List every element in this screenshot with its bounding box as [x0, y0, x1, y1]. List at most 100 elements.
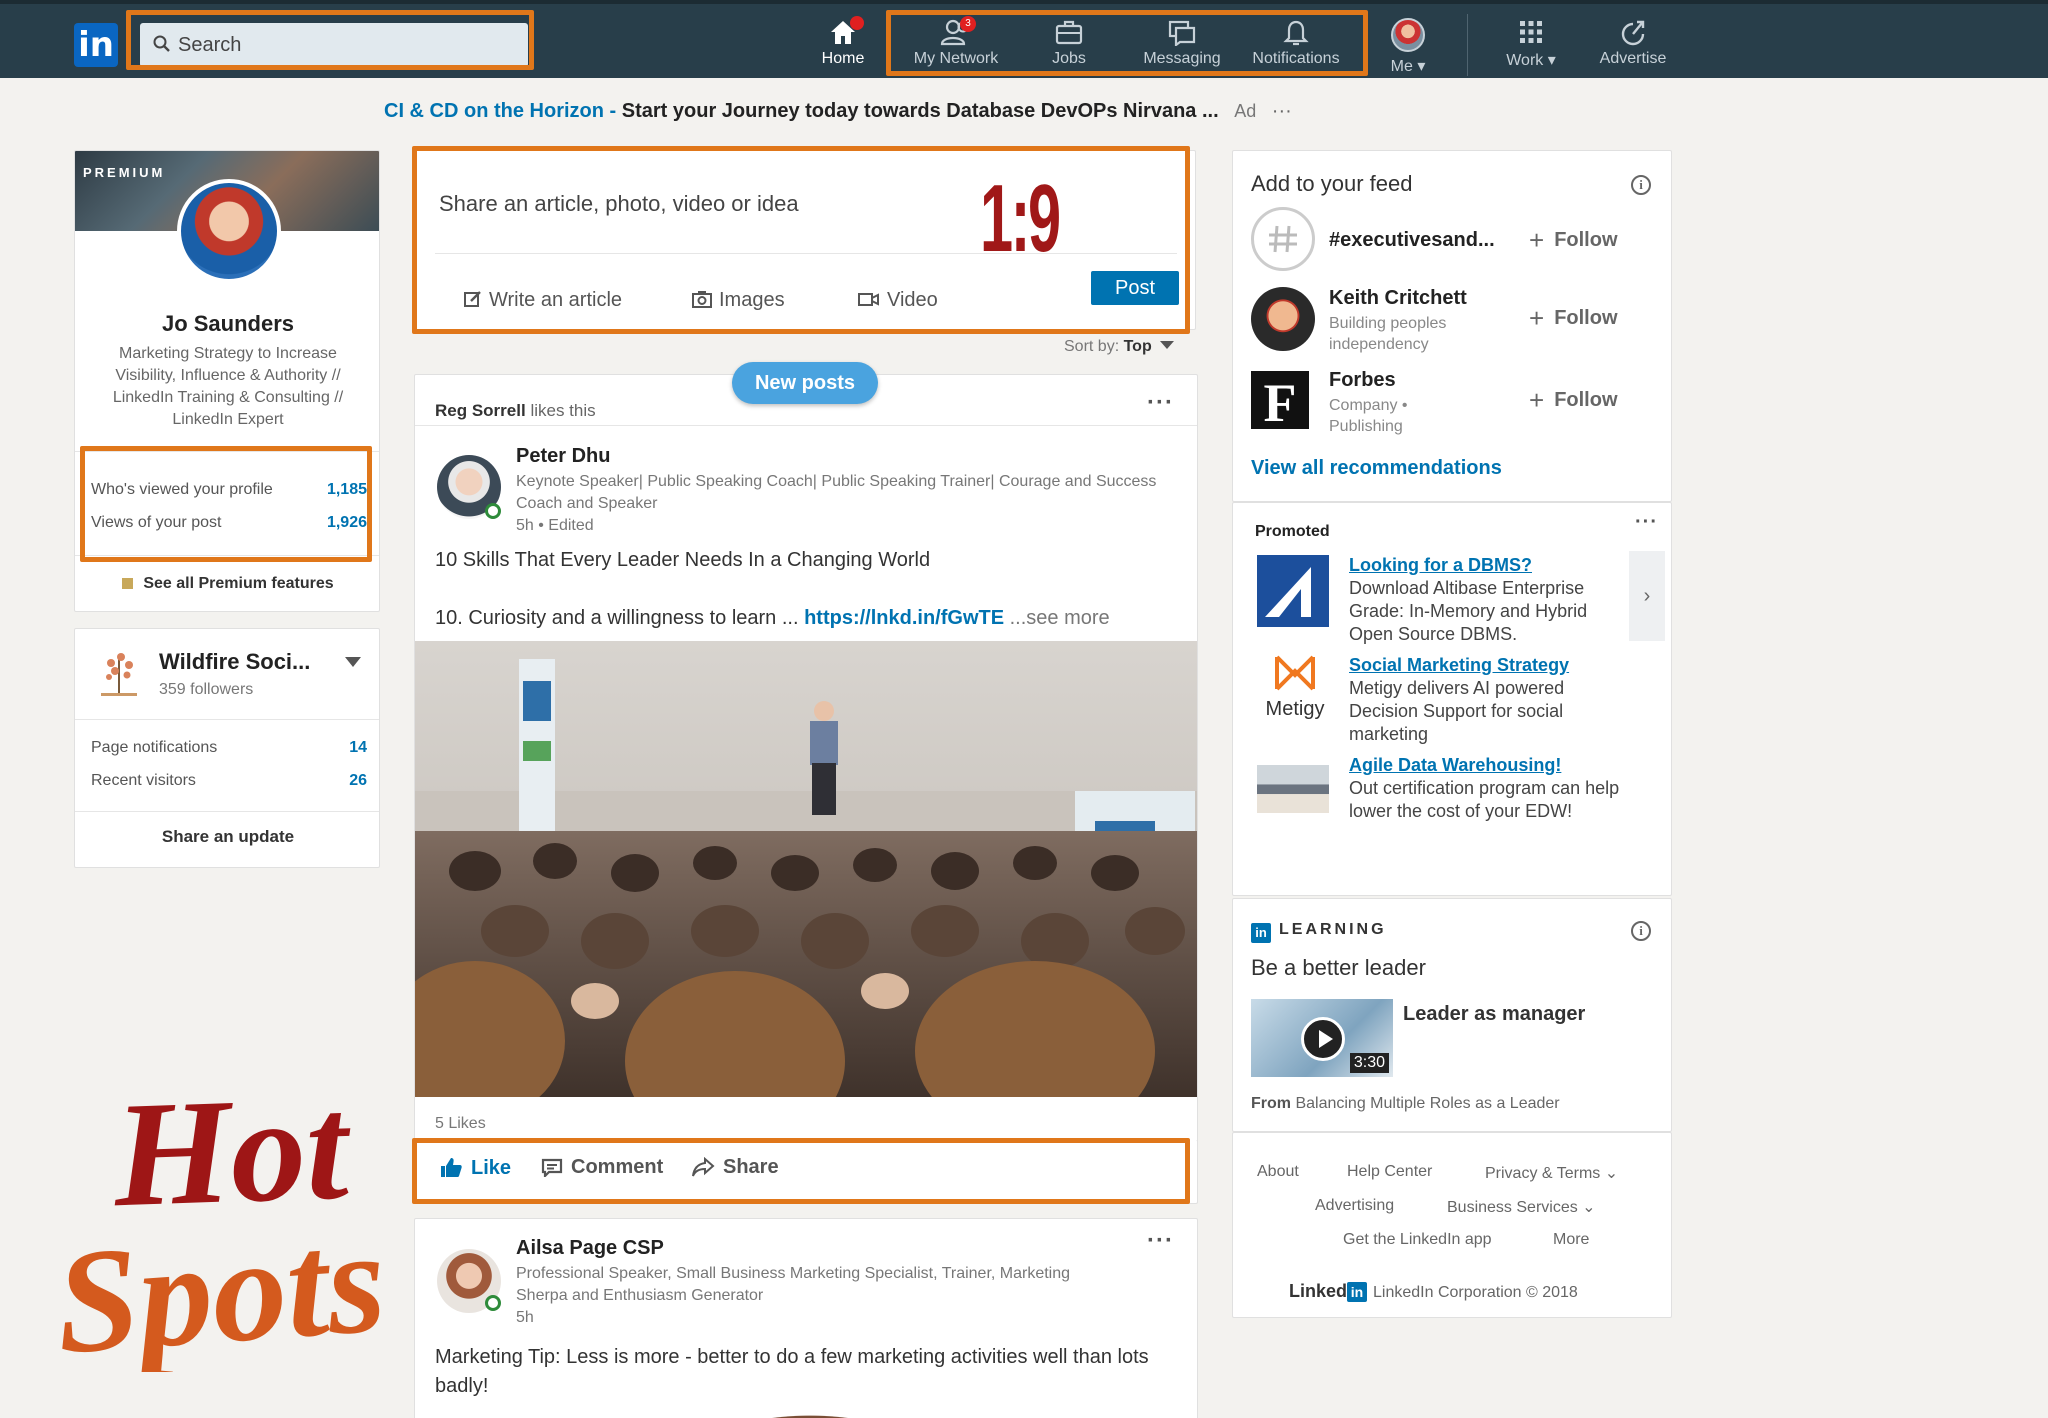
likes-count[interactable]: 5 Likes — [435, 1115, 486, 1133]
more-icon[interactable]: ··· — [1272, 100, 1292, 122]
course-title[interactable]: Leader as manager — [1403, 1003, 1585, 1026]
video-button[interactable]: Video — [857, 289, 938, 312]
play-icon[interactable] — [1301, 1017, 1345, 1061]
ratio-annotation: 1:9 — [980, 165, 1061, 272]
from-course[interactable]: Balancing Multiple Roles as a Leader — [1295, 1095, 1559, 1112]
stat-profile-views[interactable]: Who's viewed your profile 1,185 — [91, 481, 367, 499]
profile-name[interactable]: Jo Saunders — [75, 311, 379, 337]
learning-label: LEARNING — [1279, 921, 1387, 938]
promo-title[interactable]: Social Marketing Strategy — [1349, 655, 1569, 676]
author-name[interactable]: Peter Dhu — [516, 445, 610, 468]
stat-recent-visitors[interactable]: Recent visitors 26 — [91, 772, 367, 790]
footer-advertising[interactable]: Advertising — [1315, 1197, 1394, 1215]
images-button[interactable]: Images — [691, 289, 785, 312]
stat-label: Page notifications — [91, 739, 218, 756]
see-more-link[interactable]: ...see more — [1010, 607, 1110, 629]
nav-notifications[interactable]: Notifications — [1240, 18, 1352, 78]
post-button[interactable]: Post — [1091, 271, 1179, 305]
search-input[interactable] — [178, 23, 518, 67]
ad-banner[interactable]: CI & CD on the Horizon - Start your Jour… — [384, 100, 1384, 130]
more-icon[interactable]: ··· — [1147, 389, 1174, 417]
feed-post: Reg Sorrell likes this ··· Peter Dhu Key… — [414, 374, 1198, 1172]
premium-icon — [122, 578, 134, 590]
nav-advertise[interactable]: Advertise — [1588, 18, 1678, 78]
view-all-recommendations-link[interactable]: View all recommendations — [1251, 457, 1502, 480]
new-posts-button[interactable]: New posts — [732, 362, 878, 404]
divider — [75, 719, 379, 720]
post-image-preview[interactable] — [685, 1407, 935, 1418]
search-box[interactable] — [140, 23, 528, 67]
share-prompt[interactable]: Share an article, photo, video or idea — [439, 191, 799, 217]
chevron-down-icon[interactable] — [345, 657, 361, 667]
sort-control[interactable]: Sort by: Top — [1064, 338, 1174, 356]
wildfire-logo-icon — [101, 653, 137, 696]
rec-name[interactable]: #executivesand... — [1329, 229, 1495, 252]
premium-link-label: See all Premium features — [143, 575, 334, 592]
follow-button[interactable]: + Follow — [1529, 225, 1618, 256]
write-article-button[interactable]: Write an article — [463, 289, 622, 312]
promo-title[interactable]: Looking for a DBMS? — [1349, 555, 1532, 576]
forbes-logo-icon[interactable]: F — [1251, 371, 1309, 433]
online-status-icon — [485, 503, 501, 519]
stat-post-views[interactable]: Views of your post 1,926 — [91, 514, 367, 532]
rec-name[interactable]: Forbes — [1329, 369, 1396, 392]
promo-thumbnail[interactable] — [1257, 765, 1329, 813]
nav-my-network[interactable]: 3 My Network — [898, 16, 1014, 78]
share-button[interactable]: Share — [691, 1156, 779, 1179]
nav-work[interactable]: Work ▾ — [1496, 18, 1566, 78]
like-label: Like — [471, 1157, 512, 1179]
hashtag-icon[interactable] — [1251, 207, 1315, 271]
footer-get-app[interactable]: Get the LinkedIn app — [1343, 1231, 1492, 1249]
post-link[interactable]: https://lnkd.in/fGwTE — [804, 607, 1004, 629]
course-thumbnail[interactable]: 3:30 — [1251, 999, 1393, 1077]
follow-button[interactable]: + Follow — [1529, 303, 1618, 334]
comment-icon — [541, 1158, 563, 1179]
promo-title[interactable]: Agile Data Warehousing! — [1349, 755, 1561, 776]
plus-icon: + — [1529, 225, 1545, 255]
chevron-down-icon: ⌄ — [1604, 1165, 1619, 1182]
like-button[interactable]: Like — [439, 1156, 511, 1180]
footer-help[interactable]: Help Center — [1347, 1163, 1432, 1181]
info-icon[interactable]: i — [1631, 921, 1651, 941]
ad-link[interactable]: CI & CD on the Horizon — [384, 100, 604, 122]
copyright-text: LinkedIn Corporation © 2018 — [1373, 1284, 1578, 1301]
promo-description: Metigy delivers AI powered Decision Supp… — [1349, 678, 1565, 744]
footer-privacy-label: Privacy & Terms — [1485, 1165, 1601, 1182]
author-name[interactable]: Ailsa Page CSP — [516, 1237, 664, 1260]
more-icon[interactable]: ··· — [1147, 1227, 1174, 1255]
altibase-logo-icon[interactable] — [1257, 555, 1329, 627]
footer-more[interactable]: More — [1553, 1231, 1589, 1249]
stat-value: 26 — [349, 772, 367, 789]
follow-button[interactable]: + Follow — [1529, 385, 1618, 416]
post-image[interactable] — [415, 641, 1197, 1097]
post-meta: 5h — [516, 1309, 534, 1326]
grid-icon — [1520, 21, 1542, 43]
nav-jobs[interactable]: Jobs — [1034, 18, 1104, 78]
info-icon[interactable]: i — [1631, 175, 1651, 195]
more-icon[interactable]: ··· — [1635, 511, 1658, 534]
nav-messaging[interactable]: Messaging — [1132, 18, 1232, 78]
footer-business[interactable]: Business Services ⌄ — [1447, 1197, 1596, 1217]
stat-page-notifications[interactable]: Page notifications 14 — [91, 739, 367, 757]
sort-value: Top — [1123, 338, 1152, 355]
metigy-logo-icon[interactable]: Metigy — [1253, 653, 1337, 721]
nav-me[interactable]: Me ▾ — [1378, 18, 1438, 78]
footer-about[interactable]: About — [1257, 1163, 1299, 1181]
stat-value: 14 — [349, 739, 367, 756]
ad-text[interactable]: Start your Journey today towards Databas… — [622, 100, 1219, 122]
share-update-button[interactable]: Share an update — [75, 827, 381, 847]
follow-label: Follow — [1554, 229, 1618, 251]
profile-photo[interactable] — [177, 179, 281, 283]
liker-name[interactable]: Reg Sorrell — [435, 401, 526, 420]
comment-button[interactable]: Comment — [541, 1156, 663, 1179]
company-page-name[interactable]: Wildfire Soci... — [159, 649, 310, 675]
chevron-right-icon[interactable]: › — [1629, 551, 1665, 641]
camera-icon — [692, 291, 712, 308]
linkedin-logo[interactable]: in — [74, 23, 118, 67]
nav-home[interactable]: Home — [808, 16, 878, 78]
rec-name[interactable]: Keith Critchett — [1329, 287, 1467, 310]
premium-features-link[interactable]: See all Premium features — [75, 575, 379, 593]
footer-privacy[interactable]: Privacy & Terms ⌄ — [1485, 1163, 1618, 1183]
network-badge: 3 — [960, 16, 976, 32]
rec-avatar[interactable] — [1251, 287, 1315, 351]
